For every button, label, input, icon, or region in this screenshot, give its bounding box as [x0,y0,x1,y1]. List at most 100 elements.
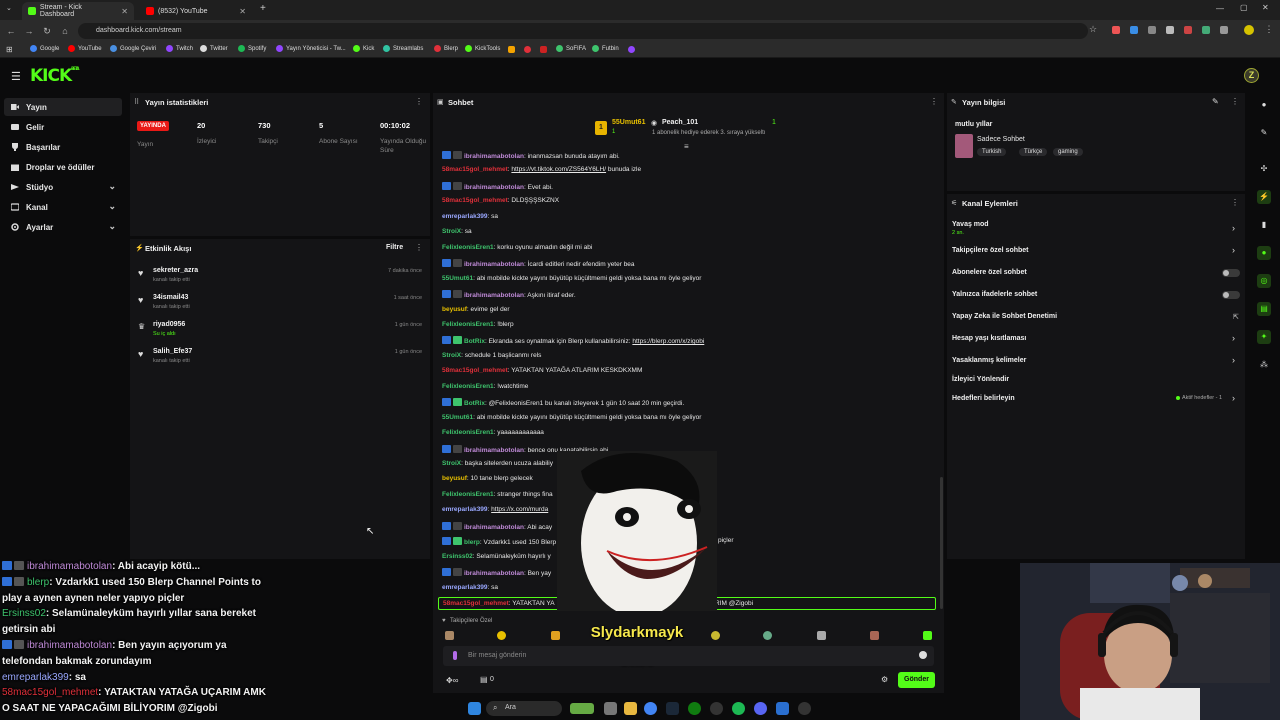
app-icon[interactable] [798,702,811,715]
panel-menu-icon[interactable]: ⋮ [930,97,938,106]
app-icon[interactable] [776,702,789,715]
emote-icon[interactable] [923,631,932,640]
panel-menu-icon[interactable]: ⋮ [415,243,423,252]
top-gifter-username[interactable]: 55Umut61 [612,119,645,126]
chat-username[interactable]: beyusuf [442,306,467,313]
bookmark-twitter[interactable]: Twitter [200,45,228,52]
panel-menu-icon[interactable]: ⋮ [415,97,423,106]
chat-link[interactable]: https://blerp.com/x/zigobi [632,338,704,345]
chat-bubble-icon[interactable]: ● [1257,246,1271,260]
chat-username[interactable]: ibrahimamabotolan [464,292,524,299]
event-username[interactable]: 34ismail43 [153,294,188,301]
url-field[interactable]: dashboard.kick.com/stream [78,23,1088,39]
chrome-icon[interactable] [644,702,657,715]
bookmark-google-translate[interactable]: Google Çeviri [110,45,156,52]
chat-username[interactable]: StroiX [442,228,461,235]
event-username[interactable]: sekreter_azra [153,267,198,274]
obs-icon[interactable] [710,702,723,715]
info-icon[interactable]: ● [1257,98,1271,112]
wrench-icon[interactable]: ✦ [1257,330,1271,344]
category-thumbnail[interactable] [955,134,973,158]
chat-tools-icon[interactable]: ✥∞ [446,676,458,685]
sidebar-item-revenue[interactable]: Gelir [4,118,122,136]
chat-username[interactable]: ibrahimamabotolan [464,261,524,268]
close-window-icon[interactable]: ✕ [1262,3,1269,12]
extension-icon[interactable] [1130,26,1138,34]
extension-icon[interactable] [1148,26,1156,34]
chat-username[interactable]: StroiX [442,460,461,467]
bookmark-kicktools[interactable]: KickTools [465,45,500,52]
sidebar-item-drops[interactable]: Droplar ve ödüller [4,158,122,176]
close-tab-icon[interactable]: ✕ [239,7,246,16]
sidebar-item-achievements[interactable]: Başarılar [4,138,122,156]
bookmark-star-icon[interactable]: ☆ [1086,24,1100,35]
sidebar-item-settings[interactable]: Ayarlar ⌄ [4,218,122,236]
hamburger-menu-icon[interactable]: ☰ [11,70,21,83]
chat-username[interactable]: FelixleonisEren1 [442,321,494,328]
more-tools-icon[interactable]: ⁂ [1257,358,1271,372]
capture-icon[interactable]: ✣ [1257,162,1271,176]
emote-icon[interactable] [870,631,879,640]
task-view-icon[interactable] [604,702,617,715]
chat-username[interactable]: FelixleonisEren1 [442,383,494,390]
tab-youtube[interactable]: (8532) YouTube ✕ [140,2,252,20]
edit-icon[interactable]: ✎ [1257,126,1271,140]
chat-username[interactable]: 58mac15gol_mehmet [443,600,509,607]
edit-icon[interactable]: ✎ [1212,97,1219,106]
apps-grid-icon[interactable]: ⊞ [6,45,13,54]
chat-username[interactable]: ibrahimamabotolan [464,570,524,577]
sidebar-item-stream[interactable]: Yayın [4,98,122,116]
subscribers-only-toggle[interactable] [1222,269,1240,277]
file-explorer-icon[interactable] [624,702,637,715]
chat-link[interactable]: https://vt.tiktok.com/ZS564Y6LH/ [511,166,606,173]
sidebar-item-channel[interactable]: Kanal ⌄ [4,198,122,216]
taskbar-search[interactable]: ⌕ Ara [486,701,594,716]
bookmark-youtube[interactable]: YouTube [68,45,102,52]
chat-username[interactable]: Ersinss02 [442,553,473,560]
chat-username[interactable]: 58mac15gol_mehmet [442,197,508,204]
chat-username[interactable]: FelixleonisEren1 [442,244,494,251]
close-tab-icon[interactable]: ✕ [121,7,128,16]
tab-search-icon[interactable]: ⌄ [6,4,12,12]
home-icon[interactable]: ⌂ [58,26,72,36]
chat-scrollbar[interactable] [940,477,943,609]
emote-icon[interactable] [445,631,454,640]
chat-username[interactable]: 58mac15gol_mehmet [442,166,508,173]
bookmark-stream-manager[interactable]: Yayın Yöneticisi - Tw... [276,45,346,52]
chat-username[interactable]: FelixleonisEren1 [442,491,494,498]
emote-icon[interactable] [711,631,720,640]
chat-username[interactable]: emreparlak399 [442,213,488,220]
windows-start-icon[interactable] [468,702,481,715]
chat-username[interactable]: emreparlak399 [442,506,488,513]
chat-username[interactable]: 55Umut61 [442,275,473,282]
collapse-icon[interactable]: ≡ [684,142,689,151]
bookmark-twitch[interactable]: Twitch [166,45,193,52]
spotify-icon[interactable] [732,702,745,715]
chat-username[interactable]: ibrahimamabotolan [464,524,524,531]
chat-username[interactable]: 58mac15gol_mehmet [442,367,508,374]
chat-input[interactable]: Bir mesaj gönderin [443,646,934,666]
tag-chip[interactable]: Türkçe [1019,148,1048,156]
bookmark-k-icon[interactable] [540,46,547,53]
document-icon[interactable]: ▮ [1257,218,1271,232]
chat-username[interactable]: blerp [464,539,480,546]
menu-kebab-icon[interactable]: ⋮ [1262,24,1276,35]
emote-icon[interactable] [763,631,772,640]
user-avatar[interactable]: Z [1244,68,1259,83]
xbox-icon[interactable] [688,702,701,715]
kick-logo[interactable]: KICKBETA [30,66,79,86]
bookmark-streamlabs[interactable]: Streamlabs [383,45,423,52]
chat-username[interactable]: BotRix [464,338,485,345]
event-username[interactable]: Salih_Efe37 [153,348,192,355]
emoji-picker-icon[interactable] [919,651,927,659]
chat-settings-icon[interactable]: ⚙ [881,675,888,684]
chat-username[interactable]: ibrahimamabotolan [464,184,524,191]
gifter-username[interactable]: Peach_101 [662,119,698,126]
profile-avatar[interactable] [1244,25,1254,35]
forward-icon[interactable]: → [22,26,36,36]
new-tab-icon[interactable]: + [260,3,266,14]
bookmark-sofifa[interactable]: SoFIFA [556,45,586,52]
filter-button[interactable]: Filtre [386,244,403,251]
chat-username[interactable]: FelixleonisEren1 [442,429,494,436]
extension-icon[interactable] [1184,26,1192,34]
